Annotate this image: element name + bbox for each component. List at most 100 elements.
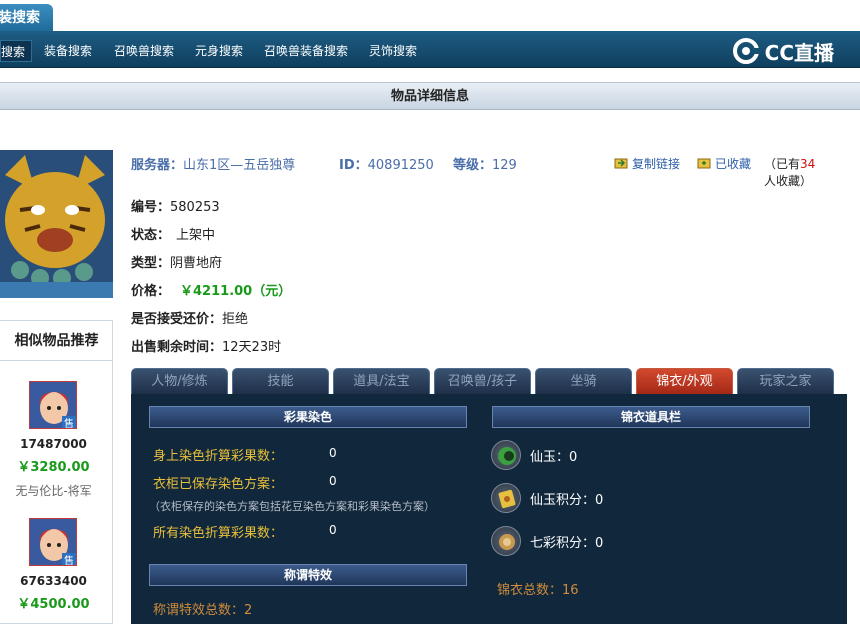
number-row: 编号：580253 xyxy=(131,196,220,215)
jinyi-total-label: 锦衣总数： xyxy=(497,583,563,598)
character-avatar xyxy=(0,150,113,298)
rainbow-points-value: 0 xyxy=(595,536,604,551)
jade-points-row: 仙玉积分：0 xyxy=(530,489,603,508)
tab-character[interactable]: 人物/修炼 xyxy=(131,368,228,394)
number-value: 580253 xyxy=(170,200,220,215)
favorite-label: 已收藏 xyxy=(715,157,752,171)
total-dye-value: 0 xyxy=(329,523,337,537)
tab-home[interactable]: 玩家之家 xyxy=(737,368,834,394)
id-info: ID：40891250 xyxy=(339,154,434,173)
cc-logo-icon xyxy=(732,38,761,64)
sale-badge: 售 xyxy=(64,554,74,566)
jade-points-label: 仙玉积分： xyxy=(530,493,596,508)
copy-link-button[interactable]: 复制链接 xyxy=(614,155,680,172)
jade-icon xyxy=(491,440,521,470)
remaining-time-label: 出售剩余时间： xyxy=(131,340,223,355)
wardrobe-note: （衣柜保存的染色方案包括花豆染色方案和彩果染色方案） xyxy=(149,500,435,513)
tab-items[interactable]: 道具/法宝 xyxy=(333,368,430,394)
similar-item-id: 67633400 xyxy=(20,574,87,588)
tab-search[interactable]: 装搜索 xyxy=(0,4,53,32)
jade-label: 仙玉： xyxy=(530,450,570,465)
nav-item-lingshi[interactable]: 灵饰搜索 xyxy=(369,40,417,62)
jinyi-total-value: 16 xyxy=(562,583,579,598)
rainbow-points-label: 七彩积分： xyxy=(530,536,596,551)
title-effect-header: 称谓特效 xyxy=(149,564,467,586)
id-label: ID： xyxy=(339,158,368,173)
jade-points-icon xyxy=(491,483,521,513)
nav-item-summon[interactable]: 召唤兽搜索 xyxy=(114,40,174,62)
wardrobe-dye-value: 0 xyxy=(329,474,337,488)
copy-link-label: 复制链接 xyxy=(632,157,681,171)
jinyi-total: 锦衣总数：16 xyxy=(497,579,579,598)
body-dye-label: 身上染色折算彩果数： xyxy=(153,449,284,464)
fav-suffix: 人收藏） xyxy=(764,174,813,188)
similar-item-name[interactable]: 无与伦比-将军 xyxy=(0,482,107,499)
appearance-panel: 彩果染色 身上染色折算彩果数： 0 衣柜已保存染色方案： 0 （衣柜保存的染色方… xyxy=(131,394,847,624)
tab-summons[interactable]: 召唤兽/孩子 xyxy=(434,368,531,394)
server-value: 山东1区—五岳独尊 xyxy=(183,158,296,173)
title-effect-count: 称谓特效总数：2 xyxy=(153,599,252,618)
remaining-time-row: 出售剩余时间：12天23时 xyxy=(131,336,281,355)
number-label: 编号： xyxy=(131,200,171,215)
tab-search-label: 装搜索 xyxy=(0,10,40,26)
type-value: 阴曹地府 xyxy=(170,256,223,271)
dye-section-header: 彩果染色 xyxy=(149,406,467,428)
tab-skills[interactable]: 技能 xyxy=(232,368,329,394)
remaining-time-value: 12天23时 xyxy=(222,340,282,355)
price-value: ￥4211.00（元） xyxy=(180,284,292,299)
level-label: 等级： xyxy=(453,158,493,173)
server-label: 服务器： xyxy=(131,158,184,173)
price-label: 价格： xyxy=(131,284,171,299)
jade-points-value: 0 xyxy=(595,493,604,508)
copy-link-icon xyxy=(614,158,628,169)
jinyi-section-header: 锦衣道具栏 xyxy=(492,406,810,428)
status-label: 状态： xyxy=(131,228,171,243)
fav-prefix: （已有 xyxy=(764,157,801,171)
nav-bar: 搜索 装备搜索 召唤兽搜索 元身搜索 召唤兽装备搜索 灵饰搜索 CC直播 xyxy=(0,34,860,68)
similar-item-price: ￥4500.00 xyxy=(17,597,90,612)
type-label: 类型： xyxy=(131,256,171,271)
character-portrait-image: 售 xyxy=(30,519,76,566)
tab-appearance[interactable]: 锦衣/外观 xyxy=(636,368,733,394)
character-portrait-image: 售 xyxy=(30,382,76,429)
logo-text: CC直播 xyxy=(764,40,834,65)
counter-offer-value: 拒绝 xyxy=(222,312,249,327)
tab-mounts[interactable]: 坐骑 xyxy=(535,368,632,394)
similar-item-thumbnail[interactable]: 售 xyxy=(29,518,77,566)
favorite-count: （已有34 人收藏） xyxy=(764,155,860,189)
fav-number: 34 xyxy=(800,157,816,171)
rainbow-points-row: 七彩积分：0 xyxy=(530,532,603,551)
nav-item-summon-equipment[interactable]: 召唤兽装备搜索 xyxy=(264,40,348,62)
counter-offer-row: 是否接受还价：拒绝 xyxy=(131,308,248,327)
wardrobe-dye-label: 衣柜已保存染色方案： xyxy=(153,477,284,492)
sale-badge: 售 xyxy=(64,417,74,429)
similar-item-thumbnail[interactable]: 售 xyxy=(29,381,77,429)
nav-item-yuanshen[interactable]: 元身搜索 xyxy=(195,40,243,62)
total-dye-label: 所有染色折算彩果数： xyxy=(153,526,284,541)
top-tab-bar: 装搜索 xyxy=(0,0,860,34)
type-row: 类型：阴曹地府 xyxy=(131,252,222,271)
jade-row: 仙玉：0 xyxy=(530,446,577,465)
tiger-portrait-image xyxy=(0,150,113,298)
price-row: 价格： ￥4211.00（元） xyxy=(131,280,291,299)
similar-item-id: 17487000 xyxy=(20,437,87,451)
body-dye-value: 0 xyxy=(329,446,337,460)
page-title: 物品详细信息 xyxy=(0,82,860,110)
similar-item-price: ￥3280.00 xyxy=(17,460,90,475)
favorite-button[interactable]: 已收藏 xyxy=(697,155,751,172)
cc-live-logo: CC直播 xyxy=(731,38,834,65)
favorite-icon xyxy=(697,158,711,169)
title-effect-label: 称谓特效总数： xyxy=(153,603,245,618)
status-row: 状态： 上架中 xyxy=(131,224,215,243)
similar-items-title: 相似物品推荐 xyxy=(14,333,99,349)
id-value: 40891250 xyxy=(367,158,434,173)
nav-item-search[interactable]: 搜索 xyxy=(0,40,33,62)
level-value: 129 xyxy=(492,158,517,173)
level-info: 等级：129 xyxy=(453,154,517,173)
jade-value: 0 xyxy=(569,450,578,465)
counter-offer-label: 是否接受还价： xyxy=(131,312,223,327)
divider xyxy=(0,360,113,361)
rainbow-points-icon xyxy=(491,526,521,556)
nav-item-equipment[interactable]: 装备搜索 xyxy=(44,40,92,62)
server-info: 服务器：山东1区—五岳独尊 xyxy=(131,154,295,173)
